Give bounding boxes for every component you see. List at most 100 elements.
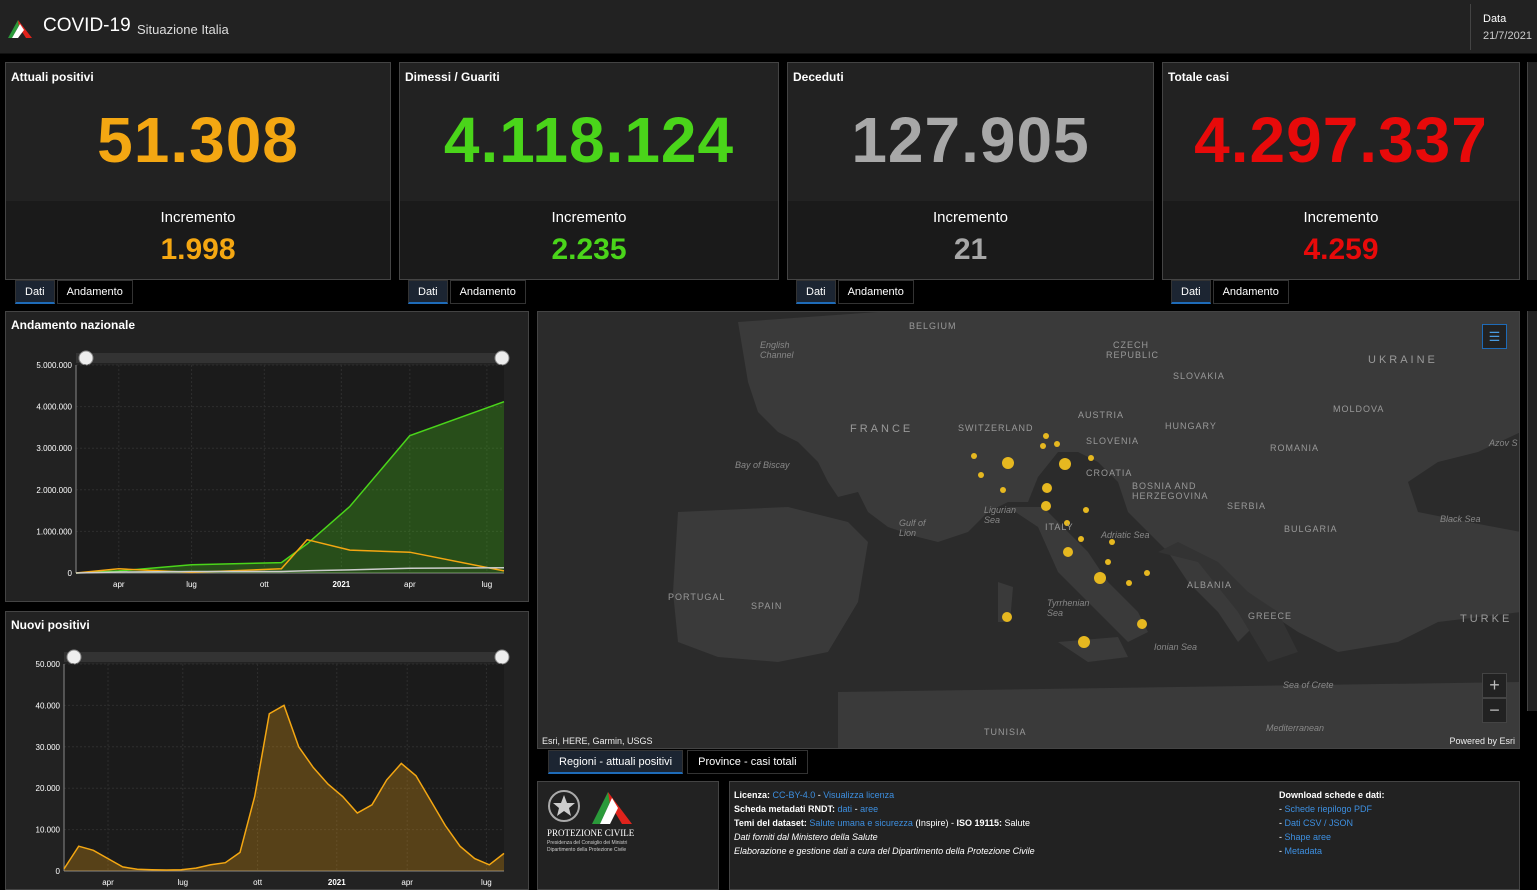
card-increment-label: Incremento [160, 209, 236, 226]
map-label: BELGIUM [909, 321, 957, 331]
download-csv-link[interactable]: Dati CSV / JSON [1285, 818, 1354, 828]
y-tick-label: 1.000.000 [36, 527, 72, 536]
card-value: 4.297.337 [1194, 104, 1488, 176]
map-label: BOSNIA AND HERZEGOVINA [1132, 481, 1209, 501]
tab-province[interactable]: Province - casi totali [687, 750, 808, 774]
map-label: FRANCE [850, 423, 914, 435]
licenza-link[interactable]: CC-BY-4.0 [773, 790, 816, 800]
y-tick-label: 10.000 [36, 826, 61, 835]
temi-iso: ISO 19115: [956, 818, 1002, 828]
card-increment-label: Incremento [1303, 209, 1379, 226]
new-positive-panel: 50.000 40.000 30.000 20.000 10.000 0 apr lug ott… [5, 611, 529, 890]
tab-andamento[interactable]: Andamento [1212, 280, 1289, 304]
map-label: MOLDOVA [1333, 404, 1385, 414]
download-metadata-link[interactable]: Metadata [1285, 846, 1323, 856]
x-tick-label: lug [482, 580, 493, 589]
tab-andamento[interactable]: Andamento [837, 280, 914, 304]
y-tick-label: 20.000 [36, 784, 61, 793]
map-attribution[interactable]: Esri, HERE, Garmin, USGS [542, 736, 653, 746]
tab-dati[interactable]: Dati [408, 280, 448, 304]
x-tick-label: ott [260, 580, 270, 589]
card-deceduti: Deceduti 127.905 Incremento 21 [787, 62, 1154, 280]
map-label: Bay of Biscay [735, 460, 790, 470]
national-trend-chart[interactable]: 5.000.000 4.000.000 3.000.000 2.000.000 1.00… [6, 312, 528, 601]
map-label: Ionian Sea [1154, 642, 1198, 652]
x-tick-label: ott [253, 878, 263, 887]
x-tick-label: lug [481, 878, 492, 887]
tab-dati[interactable]: Dati [15, 280, 55, 304]
range-slider-start-handle[interactable] [78, 350, 94, 366]
y-tick-label: 4.000.000 [36, 403, 72, 412]
italian-emblem-icon [548, 790, 580, 822]
powered-by-esri[interactable]: Powered by Esri [1449, 736, 1515, 746]
panel-title: Nuovi positivi [11, 618, 90, 632]
licenza-line: Licenza: CC-BY-4.0 - Visualizza licenza [734, 790, 1515, 804]
map-label: ALBANIA [1187, 580, 1233, 590]
map-label: Tyrrhenian Sea [1047, 598, 1090, 618]
range-slider-track[interactable] [76, 353, 504, 363]
national-trend-panel: 5.000.000 4.000.000 3.000.000 2.000.000 1.00… [5, 311, 529, 602]
range-slider-track[interactable] [64, 652, 504, 662]
map-label: PORTUGAL [668, 592, 726, 602]
card-increment-value: 2.235 [551, 233, 627, 266]
tab-regioni[interactable]: Regioni - attuali positivi [548, 750, 684, 774]
zoom-in-button[interactable]: + [1482, 673, 1507, 698]
map-label: ROMANIA [1270, 443, 1320, 453]
card-increment-value: 21 [953, 233, 988, 266]
legend-list-icon[interactable]: ☰ [1482, 324, 1507, 349]
x-tick-label: 2021 [332, 580, 350, 589]
temi-link[interactable]: Salute umana e sicurezza [809, 818, 913, 828]
temi-label: Temi del dataset: [734, 818, 807, 828]
download-pdf-link[interactable]: Schede riepilogo PDF [1285, 804, 1373, 814]
temi-rest: (Inspire) - [912, 818, 957, 828]
map-label: GREECE [1248, 611, 1293, 621]
footer-logo-sub2: Dipartimento della Protezione Civile [547, 847, 627, 853]
tab-andamento[interactable]: Andamento [449, 280, 526, 304]
elaborazione: Elaborazione e gestione dati a cura del … [734, 846, 1035, 856]
y-tick-label: 5.000.000 [36, 361, 72, 370]
date-value: 21/7/2021 [1483, 30, 1532, 42]
range-slider-end-handle[interactable] [494, 649, 510, 665]
map-label: Black Sea [1440, 514, 1481, 524]
x-tick-label: apr [401, 878, 413, 887]
download-title: Download schede e dati: [1279, 790, 1385, 800]
card-attuali-positivi: Attuali positivi 51.308 Incremento 1.998 [5, 62, 391, 280]
zoom-out-button[interactable]: − [1482, 698, 1507, 723]
y-tick-label: 2.000.000 [36, 486, 72, 495]
x-tick-label: apr [102, 878, 114, 887]
card-tabs-attuali: Dati Andamento [15, 280, 133, 304]
new-positive-chart[interactable]: 50.000 40.000 30.000 20.000 10.000 0 apr lug ott… [6, 612, 528, 889]
map-label: HUNGARY [1165, 421, 1217, 431]
y-tick-label: 30.000 [36, 743, 61, 752]
card-increment-value: 1.998 [160, 233, 236, 266]
map-label: Ligurian Sea [984, 505, 1017, 525]
tab-dati[interactable]: Dati [1171, 280, 1211, 304]
y-tick-label: 40.000 [36, 701, 61, 710]
card-value: 51.308 [97, 104, 299, 176]
map-label: TURKE [1460, 613, 1513, 625]
range-slider-start-handle[interactable] [66, 649, 82, 665]
metadati-aree-link[interactable]: aree [860, 804, 878, 814]
map-label: TUNISIA [984, 727, 1027, 737]
download-section: Download schede e dati: - Schede riepilo… [1279, 790, 1385, 856]
clipped-panel-edge [1527, 311, 1537, 711]
map-label: English Channel [760, 340, 794, 360]
card-increment-label: Incremento [551, 209, 627, 226]
visualizza-licenza-link[interactable]: Visualizza licenza [823, 790, 894, 800]
card-dimessi-guariti: Dimessi / Guariti 4.118.124 Incremento 2… [399, 62, 779, 280]
tab-dati[interactable]: Dati [796, 280, 836, 304]
map-land [538, 312, 1519, 748]
download-shape-link[interactable]: Shape aree [1285, 832, 1332, 842]
map-label: Gulf of Lion [899, 518, 926, 538]
map-label: Sea of Crete [1283, 680, 1334, 690]
clipped-card-edge [1527, 62, 1537, 280]
range-slider-end-handle[interactable] [494, 350, 510, 366]
map-view[interactable]: BELGIUM English Channel CZECH REPUBLIC U… [537, 311, 1520, 749]
dati-forniti: Dati forniti dal Ministero della Salute [734, 832, 878, 842]
card-increment-label: Incremento [932, 209, 1009, 226]
metadati-label: Scheda metadati RNDT: [734, 804, 836, 814]
card-totale-casi: Totale casi 4.297.337 Incremento 4.259 [1162, 62, 1520, 280]
metadati-dati-link[interactable]: dati [838, 804, 853, 814]
card-title: Deceduti [793, 70, 844, 84]
tab-andamento[interactable]: Andamento [56, 280, 133, 304]
